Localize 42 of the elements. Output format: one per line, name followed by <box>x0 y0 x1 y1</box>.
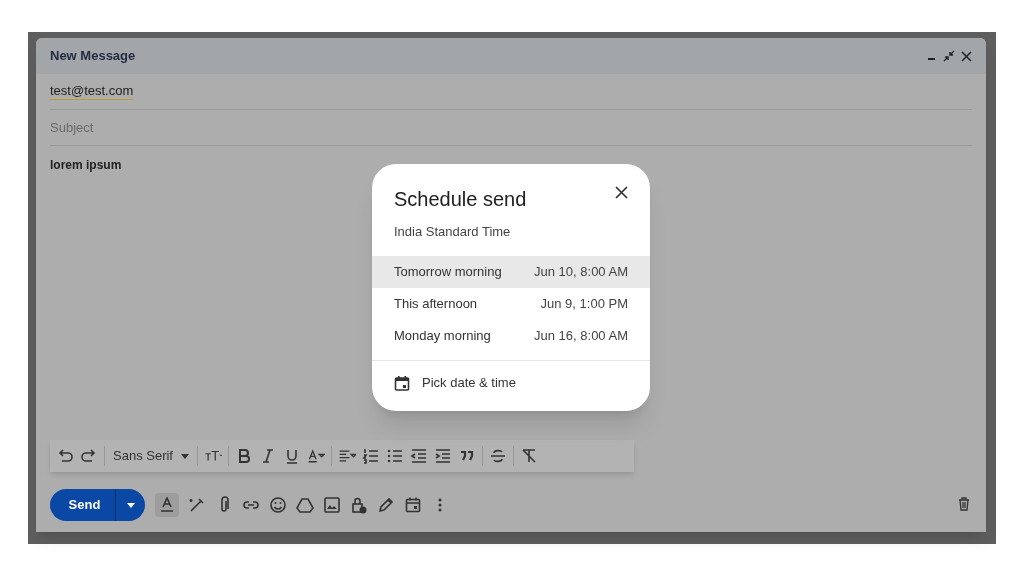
indent-more-icon[interactable] <box>434 447 452 465</box>
calendar-icon <box>394 374 410 391</box>
trash-icon[interactable] <box>958 497 970 511</box>
option-label: Tomorrow morning <box>394 262 502 281</box>
text-format-icon <box>160 497 174 513</box>
schedule-option[interactable]: Tomorrow morning Jun 10, 8:00 AM <box>372 255 650 288</box>
magic-pen-icon[interactable] <box>188 496 206 514</box>
font-dropdown[interactable]: Sans Serif <box>111 446 191 466</box>
close-icon[interactable] <box>961 50 972 62</box>
bulleted-list-icon[interactable] <box>386 447 404 465</box>
indent-less-icon[interactable] <box>410 447 428 465</box>
recipient-chip[interactable]: test@test.com <box>50 83 134 100</box>
option-time: Jun 10, 8:00 AM <box>534 262 628 281</box>
clear-formatting-icon[interactable] <box>520 447 538 465</box>
timezone-label: India Standard Time <box>393 223 512 241</box>
align-icon[interactable] <box>338 447 356 465</box>
close-icon[interactable] <box>615 186 628 199</box>
message-body[interactable]: lorem ipsum <box>50 156 972 174</box>
caret-icon <box>181 453 189 459</box>
option-label: Monday morning <box>394 326 491 345</box>
schedule-option[interactable]: This afternoon Jun 9, 1:00 PM <box>372 287 650 320</box>
redo-icon[interactable] <box>80 447 98 465</box>
strikethrough-icon[interactable] <box>489 447 507 465</box>
schedule-option[interactable]: Monday morning Jun 16, 8:00 AM <box>372 319 650 352</box>
caret-icon <box>126 502 135 508</box>
pen-icon[interactable] <box>377 496 395 514</box>
option-time: Jun 9, 1:00 PM <box>540 294 628 313</box>
exit-fullscreen-icon[interactable] <box>943 50 955 62</box>
pick-date-time-button[interactable]: Pick date & time <box>372 360 650 405</box>
option-time: Jun 16, 8:00 AM <box>534 326 628 345</box>
emoji-icon[interactable] <box>269 496 287 514</box>
undo-icon[interactable] <box>56 447 74 465</box>
formatting-toggle[interactable] <box>155 493 179 517</box>
dialog-title: Schedule send <box>394 187 527 212</box>
lock-clock-icon[interactable] <box>350 496 368 514</box>
text-color-icon[interactable] <box>307 447 325 465</box>
image-icon[interactable] <box>323 496 341 514</box>
numbered-list-icon[interactable] <box>362 447 380 465</box>
option-label: This afternoon <box>394 294 478 313</box>
calendar-icon[interactable] <box>404 496 422 514</box>
subject-field[interactable]: Subject <box>50 117 972 138</box>
compose-title: New Message <box>50 47 136 66</box>
